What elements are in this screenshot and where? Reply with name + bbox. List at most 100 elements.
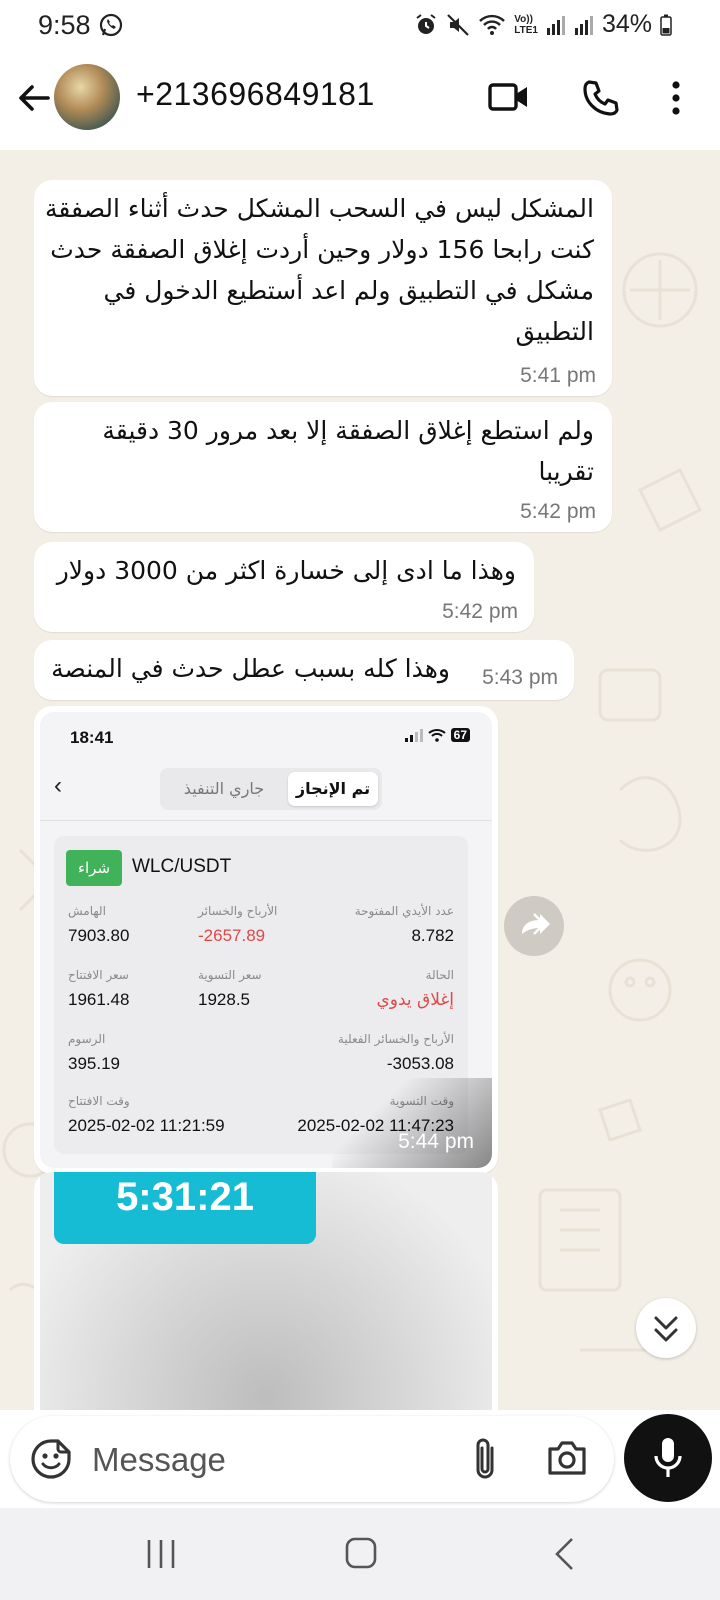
settle-price-field: سعر التسوية 1928.5 — [198, 968, 328, 1010]
field-label: وقت الافتتاح — [68, 1094, 130, 1108]
timer-display: 5:31:21 — [54, 1172, 316, 1244]
field-value: 2025-02-02 11:21:59 — [68, 1116, 225, 1135]
volte-indicator: Vo)) LTE1 — [514, 14, 538, 36]
message-text: وهذا كله بسبب عطل حدث في المنصة — [51, 654, 450, 683]
battery-percent: 34% — [601, 10, 652, 38]
voice-call-button[interactable] — [580, 78, 620, 123]
recents-icon — [147, 1540, 175, 1568]
field-value: 1928.5 — [198, 990, 250, 1009]
home-button[interactable] — [344, 1536, 378, 1575]
message-bubble[interactable]: وهذا ما ادى إلى خسارة اكثر من 3000 دولار… — [34, 542, 534, 632]
field-label: الأرباح والخسائر — [198, 904, 278, 918]
message-bubble[interactable]: المشكل ليس في السحب المشكل حدث أثناء الص… — [34, 180, 612, 396]
margin-field: الهامش 7903.80 — [68, 904, 198, 946]
system-navigation-bar — [0, 1508, 720, 1600]
chevron-left-icon — [555, 1538, 573, 1570]
field-value: 395.19 — [68, 1054, 120, 1073]
tab-completed: تم الإنجاز — [288, 772, 378, 806]
image-message[interactable]: 5:31:21 — [34, 1172, 498, 1410]
field-value: -2657.89 — [198, 926, 266, 945]
chat-header: +213696849181 — [0, 52, 720, 151]
video-call-icon — [488, 83, 527, 111]
field-label: الأرباح والخسائر الفعلية — [337, 1032, 454, 1046]
double-chevron-down-icon — [654, 1316, 678, 1342]
lte-label: LTE1 — [514, 24, 538, 36]
message-time: 5:41 pm — [520, 364, 596, 387]
field-label: عدد الأيدي المفتوحة — [354, 904, 454, 918]
scroll-to-bottom-button[interactable] — [636, 1298, 696, 1358]
message-bubble[interactable]: وهذا كله بسبب عطل حدث في المنصة 5:43 pm — [34, 640, 574, 700]
message-text: المشكل ليس في السحب المشكل حدث أثناء الص… — [45, 194, 594, 346]
message-bubble[interactable]: ولم استطع إغلاق الصفقة إلا بعد مرور 30 د… — [34, 402, 612, 532]
alarm-icon — [416, 13, 436, 34]
signal-icon — [404, 729, 423, 742]
status-icons: Vo)) LTE1 34% — [414, 10, 672, 39]
status-tabs: تم الإنجاز جاري التنفيذ — [160, 768, 382, 810]
status-bar: 9:58 Vo)) LTE1 34% — [0, 0, 720, 52]
pnl-field: الأرباح والخسائر -2657.89 — [198, 904, 328, 946]
mic-icon — [654, 1438, 682, 1477]
open-time-field: وقت الافتتاح 2025-02-02 11:21:59 — [68, 1094, 248, 1136]
screenshot-status-icons: 67 — [404, 728, 470, 742]
message-composer — [10, 1416, 614, 1502]
message-input[interactable] — [90, 1432, 454, 1488]
field-label: سعر الافتتاح — [68, 968, 129, 982]
chevron-left-icon: ‹ — [54, 772, 62, 799]
wifi-icon — [427, 729, 446, 742]
recents-button[interactable] — [146, 1538, 176, 1575]
more-options-button[interactable] — [670, 80, 682, 121]
message-time: 5:44 pm — [398, 1130, 474, 1153]
status-field: الحالة إغلاق يدوي — [324, 968, 454, 1010]
signal-icon-1 — [546, 15, 565, 35]
field-value: -3053.08 — [386, 1054, 454, 1073]
lots-field: عدد الأيدي المفتوحة 8.782 — [324, 904, 454, 946]
trade-screenshot[interactable]: 18:41 67 ‹ تم الإنجاز جاري التنفيذ شراء … — [40, 712, 492, 1168]
open-price-field: سعر الافتتاح 1961.48 — [68, 968, 198, 1010]
fees-field: الرسوم 395.19 — [68, 1032, 198, 1074]
actual-pnl-field: الأرباح والخسائر الفعلية -3053.08 — [274, 1032, 454, 1074]
status-time: 9:58 — [38, 10, 91, 40]
signal-icon-2 — [574, 15, 593, 35]
chat-area[interactable]: المشكل ليس في السحب المشكل حدث أثناء الص… — [0, 150, 720, 1410]
message-text: وهذا ما ادى إلى خسارة اكثر من 3000 دولار — [56, 556, 516, 585]
more-vert-icon — [672, 81, 680, 115]
attach-icon — [476, 1438, 494, 1479]
message-time: 5:42 pm — [520, 500, 596, 523]
field-value: 1961.48 — [68, 990, 130, 1009]
forward-icon — [522, 913, 550, 935]
wifi-icon — [479, 14, 506, 35]
phone-icon — [583, 80, 619, 116]
trading-pair: WLC/USDT — [132, 856, 232, 877]
forward-button[interactable] — [504, 896, 564, 956]
emoji-icon — [31, 1439, 71, 1479]
emoji-button[interactable] — [30, 1438, 72, 1485]
back-arrow-icon — [19, 85, 50, 111]
message-time: 5:42 pm — [442, 600, 518, 623]
buy-badge: شراء — [66, 850, 122, 886]
field-label: الرسوم — [68, 1032, 106, 1046]
attach-button[interactable] — [470, 1436, 500, 1487]
screenshot-clock: 18:41 — [70, 728, 114, 747]
divider — [40, 820, 492, 821]
tab-in-progress: جاري التنفيذ — [183, 779, 265, 798]
timestamp-shade — [332, 1078, 492, 1168]
contact-avatar[interactable] — [54, 64, 120, 130]
volte-label: Vo)) — [514, 13, 533, 25]
camera-button[interactable] — [546, 1438, 588, 1483]
contact-name[interactable]: +213696849181 — [136, 76, 375, 113]
message-text: ولم استطع إغلاق الصفقة إلا بعد مرور 30 د… — [102, 416, 594, 486]
voice-message-button[interactable] — [624, 1414, 712, 1502]
back-button[interactable] — [14, 78, 54, 122]
field-label: الهامش — [68, 904, 106, 918]
system-back-button[interactable] — [552, 1536, 576, 1577]
battery-icon — [660, 14, 672, 36]
field-value: 8.782 — [411, 926, 454, 945]
image-message[interactable]: 18:41 67 ‹ تم الإنجاز جاري التنفيذ شراء … — [34, 706, 498, 1174]
whatsapp-notification-icon — [98, 12, 124, 43]
message-time: 5:43 pm — [482, 666, 558, 689]
field-label: الحالة — [425, 968, 454, 982]
video-call-button[interactable] — [488, 80, 530, 119]
field-label: سعر التسوية — [198, 968, 262, 982]
screenshot-battery: 67 — [450, 728, 470, 742]
image-preview: 5:31:21 — [40, 1172, 492, 1410]
